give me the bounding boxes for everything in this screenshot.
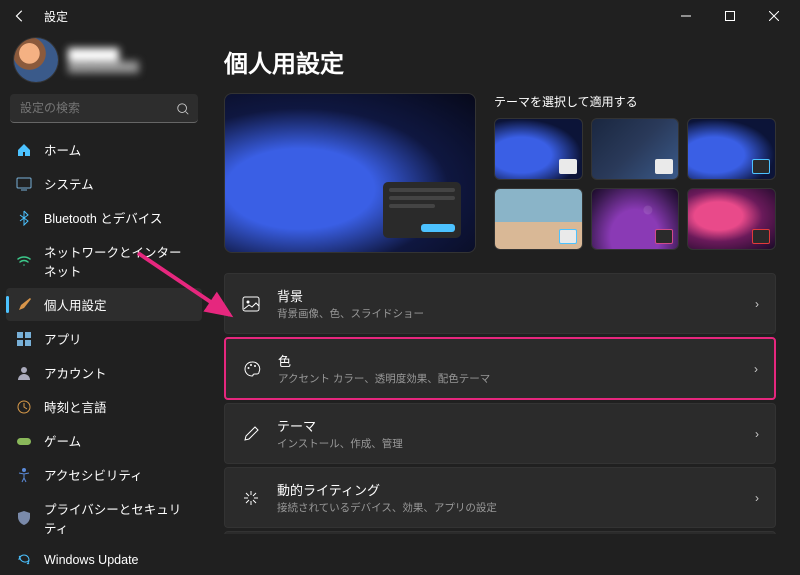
nav-label: アクセシビリティ: [44, 465, 143, 484]
nav-personalization[interactable]: 個人用設定: [6, 288, 202, 321]
nav-label: アカウント: [44, 363, 107, 382]
nav-home[interactable]: ホーム: [6, 133, 202, 166]
setting-title: 背景: [277, 286, 739, 305]
setting-title: 色: [278, 351, 738, 370]
themes-grid: [494, 118, 776, 250]
nav-gaming[interactable]: ゲーム: [6, 424, 202, 457]
close-icon: [769, 11, 779, 21]
update-icon: [16, 552, 32, 568]
chevron-right-icon: ›: [755, 297, 759, 311]
nav-update[interactable]: Windows Update: [6, 545, 202, 575]
chevron-right-icon: ›: [754, 362, 758, 376]
search-input[interactable]: [10, 94, 198, 123]
minimize-icon: [681, 11, 691, 21]
apps-icon: [16, 331, 32, 347]
maximize-icon: [725, 11, 735, 21]
theme-tile[interactable]: [591, 118, 680, 180]
close-button[interactable]: [752, 0, 796, 32]
chevron-right-icon: ›: [755, 427, 759, 441]
person-icon: [16, 365, 32, 381]
nav-time[interactable]: 時刻と言語: [6, 390, 202, 423]
setting-desc: 背景画像、色、スライドショー: [277, 306, 739, 321]
nav-network[interactable]: ネットワークとインターネット: [6, 235, 202, 287]
profile-name: ██████: [68, 48, 139, 62]
themes-row: テーマを選択して適用する: [224, 93, 776, 253]
profile[interactable]: ██████ ██████████: [6, 32, 202, 94]
nav: ホーム システム Bluetooth とデバイス ネットワークとインターネット …: [6, 133, 202, 575]
nav-accounts[interactable]: アカウント: [6, 356, 202, 389]
bluetooth-icon: [16, 210, 32, 226]
clock-icon: [16, 399, 32, 415]
setting-themes[interactable]: テーマインストール、作成、管理 ›: [224, 403, 776, 464]
nav-label: ホーム: [44, 140, 81, 159]
avatar: [14, 38, 58, 82]
search-icon: [176, 102, 190, 116]
nav-label: 個人用設定: [44, 295, 107, 314]
theme-tile[interactable]: [494, 118, 583, 180]
nav-system[interactable]: システム: [6, 167, 202, 200]
titlebar: 設定: [0, 0, 800, 32]
setting-desc: アクセント カラー、透明度効果、配色テーマ: [278, 371, 738, 386]
theme-tile[interactable]: [687, 188, 776, 250]
setting-desc: インストール、作成、管理: [277, 436, 739, 451]
minimize-button[interactable]: [664, 0, 708, 32]
accessibility-icon: [16, 467, 32, 483]
sidebar: ██████ ██████████ ホーム システム Bluetooth とデバ…: [0, 32, 208, 534]
sparkle-icon: [241, 488, 261, 508]
brush-icon: [16, 297, 32, 313]
nav-privacy[interactable]: プライバシーとセキュリティ: [6, 492, 202, 544]
profile-email: ██████████: [68, 62, 139, 73]
nav-label: アプリ: [44, 329, 82, 348]
search: [10, 94, 198, 123]
theme-tile[interactable]: [687, 118, 776, 180]
nav-apps[interactable]: アプリ: [6, 322, 202, 355]
nav-bluetooth[interactable]: Bluetooth とデバイス: [6, 201, 202, 234]
theme-tile[interactable]: [591, 188, 680, 250]
theme-preview[interactable]: [224, 93, 476, 253]
themes-label: テーマを選択して適用する: [494, 93, 776, 110]
nav-label: ネットワークとインターネット: [44, 242, 192, 280]
window-title: 設定: [44, 8, 68, 25]
maximize-button[interactable]: [708, 0, 752, 32]
window-controls: [664, 0, 796, 32]
chevron-right-icon: ›: [755, 491, 759, 505]
setting-title: テーマ: [277, 416, 739, 435]
settings-list: 背景背景画像、色、スライドショー › 色アクセント カラー、透明度効果、配色テー…: [224, 273, 776, 534]
shield-icon: [16, 510, 32, 526]
theme-tile[interactable]: [494, 188, 583, 250]
setting-desc: 接続されているデバイス、効果、アプリの設定: [277, 500, 739, 515]
picture-icon: [241, 294, 261, 314]
nav-label: システム: [44, 174, 94, 193]
nav-label: 時刻と言語: [44, 397, 107, 416]
arrow-left-icon: [13, 9, 27, 23]
nav-label: Bluetooth とデバイス: [44, 208, 162, 227]
setting-colors[interactable]: 色アクセント カラー、透明度効果、配色テーマ ›: [224, 337, 776, 400]
page-title: 個人用設定: [224, 44, 776, 79]
setting-dynamic-lighting[interactable]: 動的ライティング接続されているデバイス、効果、アプリの設定 ›: [224, 467, 776, 528]
gamepad-icon: [16, 433, 32, 449]
themes-section: テーマを選択して適用する: [494, 93, 776, 253]
brush-icon: [241, 424, 261, 444]
back-button[interactable]: [4, 0, 36, 32]
nav-label: ゲーム: [44, 431, 81, 450]
nav-label: プライバシーとセキュリティ: [44, 499, 192, 537]
setting-title: 動的ライティング: [277, 480, 739, 499]
system-icon: [16, 176, 32, 192]
nav-accessibility[interactable]: アクセシビリティ: [6, 458, 202, 491]
palette-icon: [242, 359, 262, 379]
nav-label: Windows Update: [44, 553, 139, 567]
preview-window-mock: [383, 182, 461, 238]
main: 個人用設定 テーマを選択して適用する: [208, 32, 800, 534]
setting-background[interactable]: 背景背景画像、色、スライドショー ›: [224, 273, 776, 334]
wifi-icon: [16, 253, 32, 269]
home-icon: [16, 142, 32, 158]
